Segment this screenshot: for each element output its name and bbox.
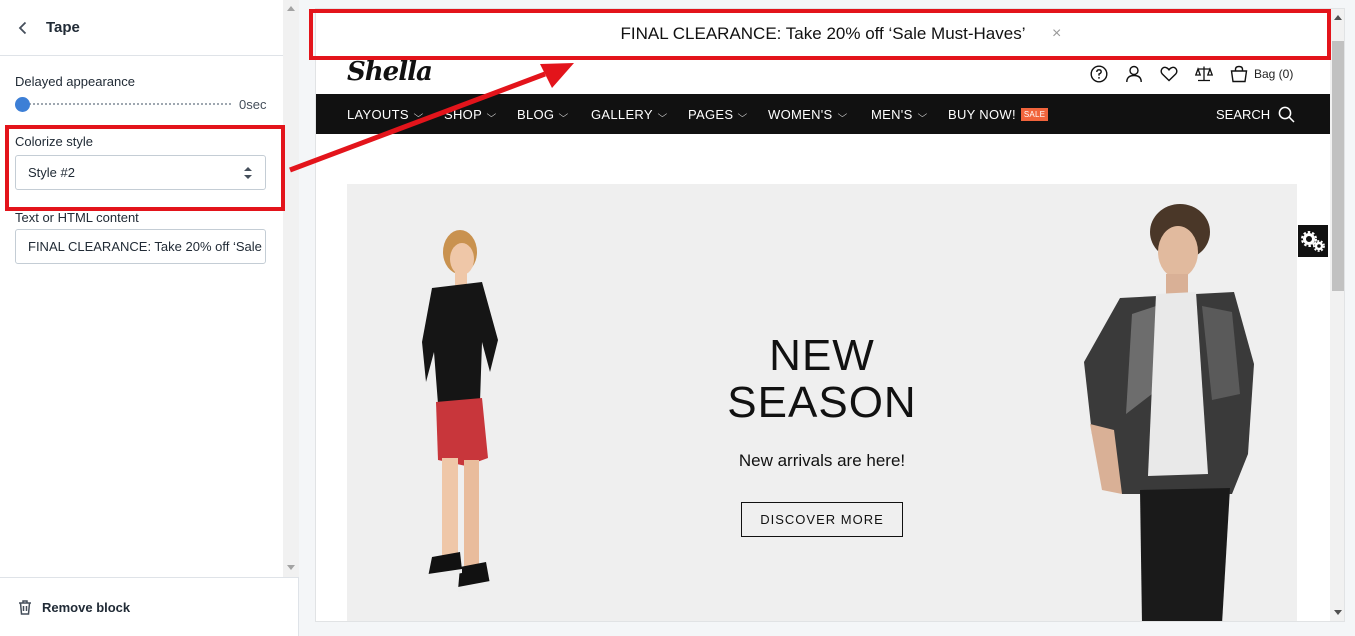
annotation-arrow	[289, 63, 574, 173]
theme-editor: Tape Delayed appearance 0sec Colorize st…	[0, 0, 1355, 636]
